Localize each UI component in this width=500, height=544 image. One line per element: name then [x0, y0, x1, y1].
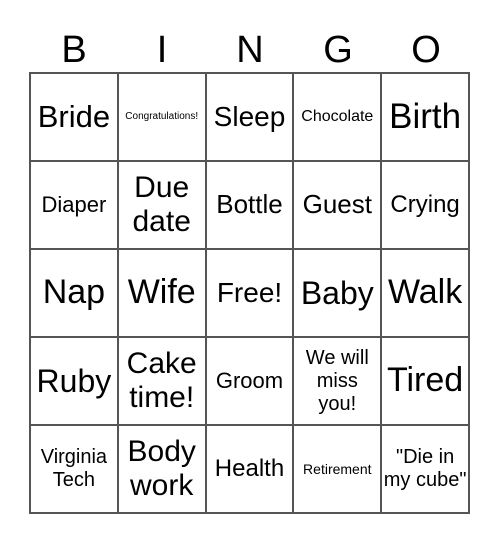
- bingo-cell[interactable]: Crying: [381, 161, 469, 249]
- bingo-cell[interactable]: Birth: [381, 73, 469, 161]
- bingo-cell[interactable]: Bottle: [205, 161, 294, 249]
- bingo-cell[interactable]: Groom: [205, 337, 294, 425]
- bingo-cell[interactable]: Cake time!: [117, 337, 206, 425]
- bingo-cell[interactable]: Nap: [30, 249, 118, 337]
- header-letter-b: B: [61, 29, 87, 71]
- header-letter-n: N: [236, 29, 264, 71]
- bingo-card: Bride Congratulations! Sleep Chocolate Birth…: [29, 72, 470, 514]
- bingo-cell[interactable]: Body work: [117, 425, 206, 513]
- header-letter-g: G: [323, 29, 353, 71]
- bingo-cell[interactable]: We will miss you!: [293, 337, 382, 425]
- bingo-cell[interactable]: Tired: [381, 337, 469, 425]
- bingo-cell[interactable]: Bride: [30, 73, 118, 161]
- bingo-cell[interactable]: Diaper: [30, 161, 118, 249]
- bingo-cell[interactable]: Guest: [293, 161, 382, 249]
- bingo-cell[interactable]: Due date: [117, 161, 206, 249]
- header-letter-o: O: [411, 29, 441, 71]
- bingo-cell[interactable]: Congratulations!: [117, 73, 206, 161]
- bingo-cell[interactable]: Retirement: [293, 425, 382, 513]
- header-letter-i: I: [156, 29, 168, 71]
- bingo-cell[interactable]: Chocolate: [293, 73, 382, 161]
- bingo-header: B I N G O: [30, 28, 470, 72]
- bingo-cell[interactable]: "Die in my cube": [381, 425, 469, 513]
- bingo-cell[interactable]: Walk: [381, 249, 469, 337]
- bingo-cell[interactable]: Free!: [205, 249, 294, 337]
- bingo-cell[interactable]: Health: [205, 425, 294, 513]
- bingo-cell[interactable]: Virginia Tech: [30, 425, 118, 513]
- bingo-cell[interactable]: Sleep: [205, 73, 294, 161]
- bingo-cell[interactable]: Baby: [293, 249, 382, 337]
- bingo-cell[interactable]: Wife: [117, 249, 206, 337]
- bingo-cell[interactable]: Ruby: [30, 337, 118, 425]
